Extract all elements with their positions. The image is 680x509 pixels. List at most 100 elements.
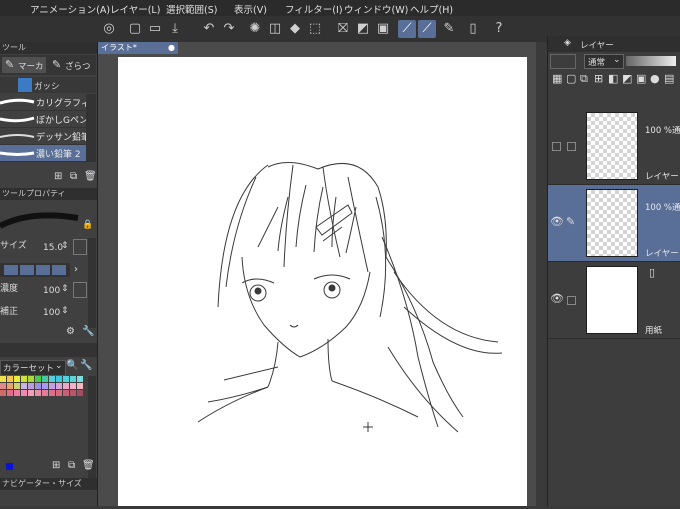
special-ruler-icon[interactable]: ⟋ bbox=[418, 20, 436, 38]
size-dynamics-button[interactable] bbox=[73, 239, 87, 255]
reference-icon[interactable]: ◩ bbox=[622, 72, 632, 85]
menu-selection[interactable]: 選択範囲(S) bbox=[166, 2, 217, 16]
correction-stepper-icon[interactable]: ⇕ bbox=[61, 306, 69, 316]
layer-panel-header: ◈ レイヤー bbox=[548, 36, 680, 52]
color-search-icon[interactable]: 🔍 bbox=[66, 360, 78, 371]
brush-stroke-preview bbox=[0, 98, 35, 105]
document-tab[interactable]: イラスト* ● bbox=[98, 42, 178, 54]
density-dynamics-button[interactable] bbox=[73, 282, 87, 298]
pen-icon[interactable]: ✎ bbox=[440, 20, 458, 38]
copy-subtool-icon[interactable]: ⧉ bbox=[70, 171, 77, 182]
record-icon[interactable]: ● bbox=[650, 72, 660, 85]
density-value[interactable]: 100 bbox=[43, 286, 60, 296]
chevron-down-icon: ⌄ bbox=[55, 361, 63, 371]
lock-icon[interactable]: 🔒 bbox=[82, 220, 93, 230]
undo-icon[interactable]: ↶ bbox=[200, 20, 218, 38]
add-subtool-icon[interactable]: ⊞ bbox=[54, 171, 62, 182]
eye-icon[interactable]: 👁 bbox=[550, 215, 564, 228]
smartphone-icon[interactable]: ▯ bbox=[464, 20, 482, 38]
eye-icon[interactable]: 👁 bbox=[550, 292, 564, 305]
invert-selection-icon[interactable]: ◩ bbox=[354, 20, 372, 38]
canvas-vertical-scrollbar[interactable] bbox=[536, 42, 546, 506]
subtool-rough[interactable]: ✎ ざらつ bbox=[49, 57, 93, 73]
wrench-icon[interactable]: 🔧 bbox=[82, 326, 94, 337]
mask-icon[interactable]: ⊞ bbox=[594, 72, 603, 85]
menu-bar: アニメーション(A) レイヤー(L) 選択範囲(S) 表示(V) フィルター(I… bbox=[0, 0, 680, 16]
size-preset[interactable] bbox=[52, 265, 66, 275]
current-color-swatch[interactable] bbox=[6, 463, 13, 470]
menu-filter[interactable]: フィルター(I) bbox=[285, 2, 343, 16]
density-stepper-icon[interactable]: ⇕ bbox=[61, 284, 69, 294]
transform-icon[interactable]: ⬚ bbox=[306, 20, 324, 38]
add-color-icon[interactable]: ⊞ bbox=[52, 460, 60, 471]
layer-property-button[interactable] bbox=[550, 54, 576, 69]
size-stepper-icon[interactable]: ⇕ bbox=[61, 241, 69, 251]
layer-row[interactable]: 100 %通常 レイヤー 2 bbox=[548, 108, 680, 185]
new-vector-icon[interactable]: ▢ bbox=[566, 72, 576, 85]
layer-row-selected[interactable]: 👁 ✎ 100 %通常 レイヤー bbox=[548, 185, 680, 262]
brush-calligraphy[interactable]: カリグラフィ bbox=[0, 94, 90, 111]
paper-color-icon: ▯ bbox=[649, 266, 656, 279]
menu-layer[interactable]: レイヤー(L) bbox=[110, 2, 160, 16]
brush-dark-pencil[interactable]: 濃い鉛筆 2 bbox=[0, 145, 86, 162]
clear-icon[interactable]: ◫ bbox=[266, 20, 284, 38]
chevron-right-icon[interactable]: › bbox=[74, 264, 78, 275]
layer-row[interactable]: 👁 ▯ 用紙 bbox=[548, 262, 680, 339]
brush-sketch-pencil[interactable]: デッサン鉛筆 bbox=[0, 128, 90, 145]
settings-icon[interactable]: ⚙ bbox=[66, 326, 75, 337]
sketch-illustration bbox=[197, 162, 503, 433]
clip-icon[interactable]: ◧ bbox=[608, 72, 618, 85]
density-label: 濃度 bbox=[0, 284, 19, 294]
drawing-canvas[interactable] bbox=[118, 57, 527, 506]
copy-color-icon[interactable]: ⧉ bbox=[68, 460, 75, 471]
brush-group-icon[interactable] bbox=[18, 78, 32, 92]
save-icon[interactable]: ⤓ bbox=[166, 20, 184, 38]
trash-icon[interactable]: 🗑 bbox=[82, 460, 95, 471]
property-scrollbar[interactable] bbox=[88, 238, 96, 328]
deselect-icon[interactable]: ⛝ bbox=[334, 20, 352, 38]
loading-icon[interactable]: ✺ bbox=[246, 20, 264, 38]
subtool-marker[interactable]: ✎ マーカ bbox=[2, 57, 46, 73]
color-swatch-grid[interactable] bbox=[0, 376, 86, 406]
new-raster-icon[interactable]: ▦ bbox=[552, 72, 562, 85]
close-tab-icon[interactable]: ● bbox=[168, 42, 175, 54]
correction-value[interactable]: 100 bbox=[43, 308, 60, 318]
tool-property-header: ツールプロパティ bbox=[0, 188, 97, 200]
redo-icon[interactable]: ↷ bbox=[220, 20, 238, 38]
layer-thumbnail bbox=[586, 266, 638, 334]
brush-stroke-preview bbox=[0, 151, 35, 156]
menu-window[interactable]: ウィンドウ(W) bbox=[344, 2, 408, 16]
color-set-dropdown[interactable]: カラーセット ⌄ bbox=[0, 360, 66, 376]
menu-help[interactable]: ヘルプ(H) bbox=[410, 2, 453, 16]
brush-group-label: ガッシ bbox=[34, 82, 60, 92]
fill-icon[interactable]: ◆ bbox=[286, 20, 304, 38]
subtool-tabs: ✎ マーカ ✎ ざらつ bbox=[0, 55, 96, 75]
open-folder-icon[interactable]: ▭ bbox=[146, 20, 164, 38]
size-preset[interactable] bbox=[36, 265, 50, 275]
visibility-toggle[interactable] bbox=[552, 142, 561, 151]
pen-icon[interactable]: ✎ bbox=[566, 215, 575, 228]
layer-actions-row: ▦ ▢ ⧉ ⊞ ◧ ◩ ▣ ● ▤ bbox=[548, 70, 680, 92]
opacity-slider[interactable] bbox=[626, 56, 676, 66]
size-preset[interactable] bbox=[20, 265, 34, 275]
app-menu-icon[interactable]: ◎ bbox=[100, 20, 118, 38]
select-layer-icon[interactable]: ▣ bbox=[374, 20, 392, 38]
lock-toggle[interactable] bbox=[567, 142, 576, 151]
lock-icon[interactable]: ▣ bbox=[636, 72, 646, 85]
blend-mode-dropdown[interactable]: 通常 ⌄ bbox=[584, 54, 624, 69]
help-icon[interactable]: ? bbox=[490, 20, 508, 38]
ruler-snap-icon[interactable]: ⟋ bbox=[398, 20, 416, 38]
marker-icon: ✎ bbox=[5, 58, 15, 71]
brush-blur-gpen[interactable]: ぼかしGペン bbox=[0, 111, 88, 128]
wrench-icon[interactable]: 🔧 bbox=[80, 360, 92, 371]
menu-animation[interactable]: アニメーション(A) bbox=[30, 2, 110, 16]
layer-mask-icon[interactable]: ▤ bbox=[664, 72, 674, 85]
menu-view[interactable]: 表示(V) bbox=[234, 2, 267, 16]
copy-layer-icon[interactable]: ⧉ bbox=[580, 72, 588, 86]
trash-icon[interactable]: 🗑 bbox=[84, 171, 97, 182]
size-preset[interactable] bbox=[4, 265, 18, 275]
brush-list-scrollbar[interactable] bbox=[86, 94, 96, 162]
lock-toggle[interactable] bbox=[567, 296, 576, 305]
new-document-icon[interactable]: ▢ bbox=[126, 20, 144, 38]
brush-stroke-preview bbox=[0, 134, 35, 138]
